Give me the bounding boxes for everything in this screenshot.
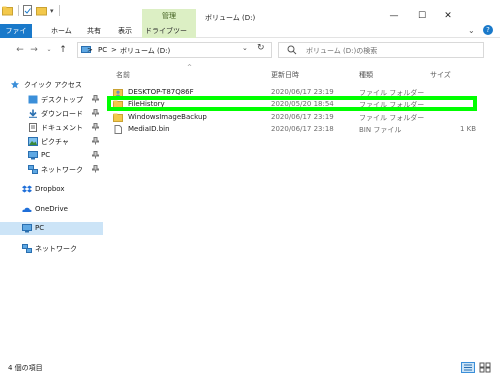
dropbox-icon — [22, 185, 32, 193]
file-modified: 2020/06/17 23:19 — [271, 113, 334, 121]
nav-quick-access[interactable]: クイック アクセス — [0, 78, 103, 91]
network-icon — [28, 165, 38, 174]
close-button[interactable]: ✕ — [442, 10, 454, 22]
nav-pc-label: PC — [35, 224, 45, 232]
nav-item-desktop[interactable]: デスクトップ — [0, 93, 103, 106]
pin-icon[interactable] — [92, 95, 99, 103]
file-row[interactable]: WindowsImageBackup 2020/06/17 23:19 ファイル… — [109, 112, 480, 123]
qa-customize-icon[interactable]: ▾ — [50, 7, 54, 15]
file-modified: 2020/06/17 23:18 — [271, 125, 334, 133]
help-icon[interactable]: ? — [483, 25, 493, 35]
title-bar: ▾ 管理 ボリューム (D:) — ☐ ✕ — [0, 0, 500, 24]
file-name: MediaID.bin — [128, 125, 170, 133]
nav-item-pc-pinned[interactable]: PC — [0, 149, 103, 162]
file-modified: 2020/06/17 23:19 — [271, 88, 334, 96]
explorer-window: ▾ 管理 ボリューム (D:) — ☐ ✕ ファイル ホーム 共有 表示 ドライ… — [0, 0, 500, 381]
nav-pc[interactable]: PC — [0, 222, 103, 235]
pin-icon[interactable] — [92, 151, 99, 159]
nav-item-label: ピクチャ — [41, 138, 69, 146]
nav-item-label: ネットワーク — [41, 166, 83, 174]
breadcrumb-volume-d[interactable]: ボリューム (D:) — [120, 46, 170, 56]
nav-item-label: PC — [41, 151, 51, 159]
nav-network[interactable]: ネットワーク — [0, 242, 103, 255]
file-icon — [114, 125, 122, 134]
window-title: ボリューム (D:) — [205, 14, 256, 22]
nav-item-pictures[interactable]: ピクチャ — [0, 135, 103, 148]
forward-arrow-icon[interactable]: → — [29, 44, 39, 56]
tab-share[interactable]: 共有 — [84, 24, 104, 38]
tab-view[interactable]: 表示 — [115, 24, 135, 38]
nav-quick-access-label: クイック アクセス — [24, 81, 82, 89]
folder-icon — [113, 113, 123, 122]
tab-home[interactable]: ホーム — [48, 24, 75, 38]
maximize-button[interactable]: ☐ — [416, 10, 428, 22]
file-type: ファイル フォルダー — [359, 114, 425, 122]
nav-item-network-pinned[interactable]: ネットワーク — [0, 163, 103, 176]
pin-icon[interactable] — [92, 123, 99, 131]
tab-drive-tools[interactable]: ドライブツール — [142, 24, 196, 49]
properties-icon[interactable] — [22, 5, 33, 16]
pictures-icon — [28, 137, 38, 146]
refresh-icon[interactable]: ↻ — [257, 43, 265, 53]
file-name: DESKTOP-T87Q86F — [128, 88, 194, 96]
nav-item-downloads[interactable]: ダウンロード — [0, 107, 103, 120]
breadcrumb-sep-0: > — [87, 46, 93, 54]
network-icon — [22, 244, 32, 253]
navigation-pane: クイック アクセス デスクトップ ダウンロード ドキュメント ピクチャ PC ネ… — [0, 62, 103, 358]
pc-icon — [22, 224, 32, 233]
nav-item-label: ドキュメント — [41, 124, 83, 132]
minimize-button[interactable]: — — [388, 10, 400, 22]
column-header-name[interactable]: 名前 — [116, 70, 130, 80]
column-header-size[interactable]: サイズ — [430, 70, 451, 80]
nav-onedrive[interactable]: OneDrive — [0, 203, 103, 216]
pin-icon[interactable] — [92, 109, 99, 117]
nav-onedrive-label: OneDrive — [35, 205, 68, 213]
pin-icon[interactable] — [92, 137, 99, 145]
star-icon — [10, 80, 20, 89]
file-size: 1 KB — [460, 125, 477, 133]
pin-icon[interactable] — [92, 165, 99, 173]
ribbon-expand-icon[interactable]: ⌄ — [468, 26, 475, 35]
search-icon — [287, 45, 297, 55]
desktop-icon — [28, 95, 38, 104]
app-folder-icon[interactable] — [2, 5, 13, 16]
file-row[interactable]: MediaID.bin 2020/06/17 23:18 BIN ファイル 1 … — [109, 124, 480, 135]
onedrive-icon — [22, 207, 32, 212]
back-arrow-icon[interactable]: ← — [15, 44, 25, 56]
search-placeholder: ボリューム (D:)の検索 — [306, 47, 378, 55]
quick-access-separator — [18, 5, 19, 16]
breadcrumb-pc[interactable]: PC — [98, 46, 107, 54]
search-box[interactable]: ボリューム (D:)の検索 — [278, 42, 484, 58]
new-folder-icon[interactable] — [36, 5, 47, 16]
tab-file[interactable]: ファイル — [0, 24, 32, 49]
breadcrumb-sep-1: > — [111, 46, 117, 54]
highlight-box — [107, 96, 477, 111]
large-icons-view-icon[interactable] — [478, 362, 492, 373]
sort-arrow-icon: ^ — [187, 64, 193, 71]
column-header-type[interactable]: 種類 — [359, 70, 373, 80]
nav-dropbox[interactable]: Dropbox — [0, 183, 103, 196]
quick-access-separator-2 — [58, 5, 60, 16]
file-name: WindowsImageBackup — [128, 113, 207, 121]
item-count: 4 個の項目 — [8, 364, 43, 372]
up-arrow-icon[interactable]: ↑ — [58, 44, 68, 56]
manage-tab[interactable]: 管理 — [142, 9, 196, 24]
documents-icon — [29, 123, 37, 132]
nav-network-label: ネットワーク — [35, 245, 77, 253]
download-icon — [29, 109, 37, 118]
pc-icon — [28, 151, 38, 160]
details-view-icon[interactable] — [461, 362, 475, 373]
nav-item-documents[interactable]: ドキュメント — [0, 121, 103, 134]
status-bar: 4 個の項目 — [0, 358, 500, 381]
nav-item-label: デスクトップ — [41, 96, 83, 104]
column-header-modified[interactable]: 更新日時 — [271, 70, 299, 80]
recent-locations-icon[interactable]: ⌄ — [44, 44, 54, 56]
ribbon-tabs: ファイル ホーム 共有 表示 ドライブツール ⌄ ? — [0, 24, 500, 49]
quick-access-toolbar: ▾ — [2, 5, 60, 16]
nav-dropbox-label: Dropbox — [35, 185, 65, 193]
nav-item-label: ダウンロード — [41, 110, 83, 118]
file-type: BIN ファイル — [359, 126, 402, 134]
address-dropdown-icon[interactable]: ⌄ — [242, 44, 248, 52]
